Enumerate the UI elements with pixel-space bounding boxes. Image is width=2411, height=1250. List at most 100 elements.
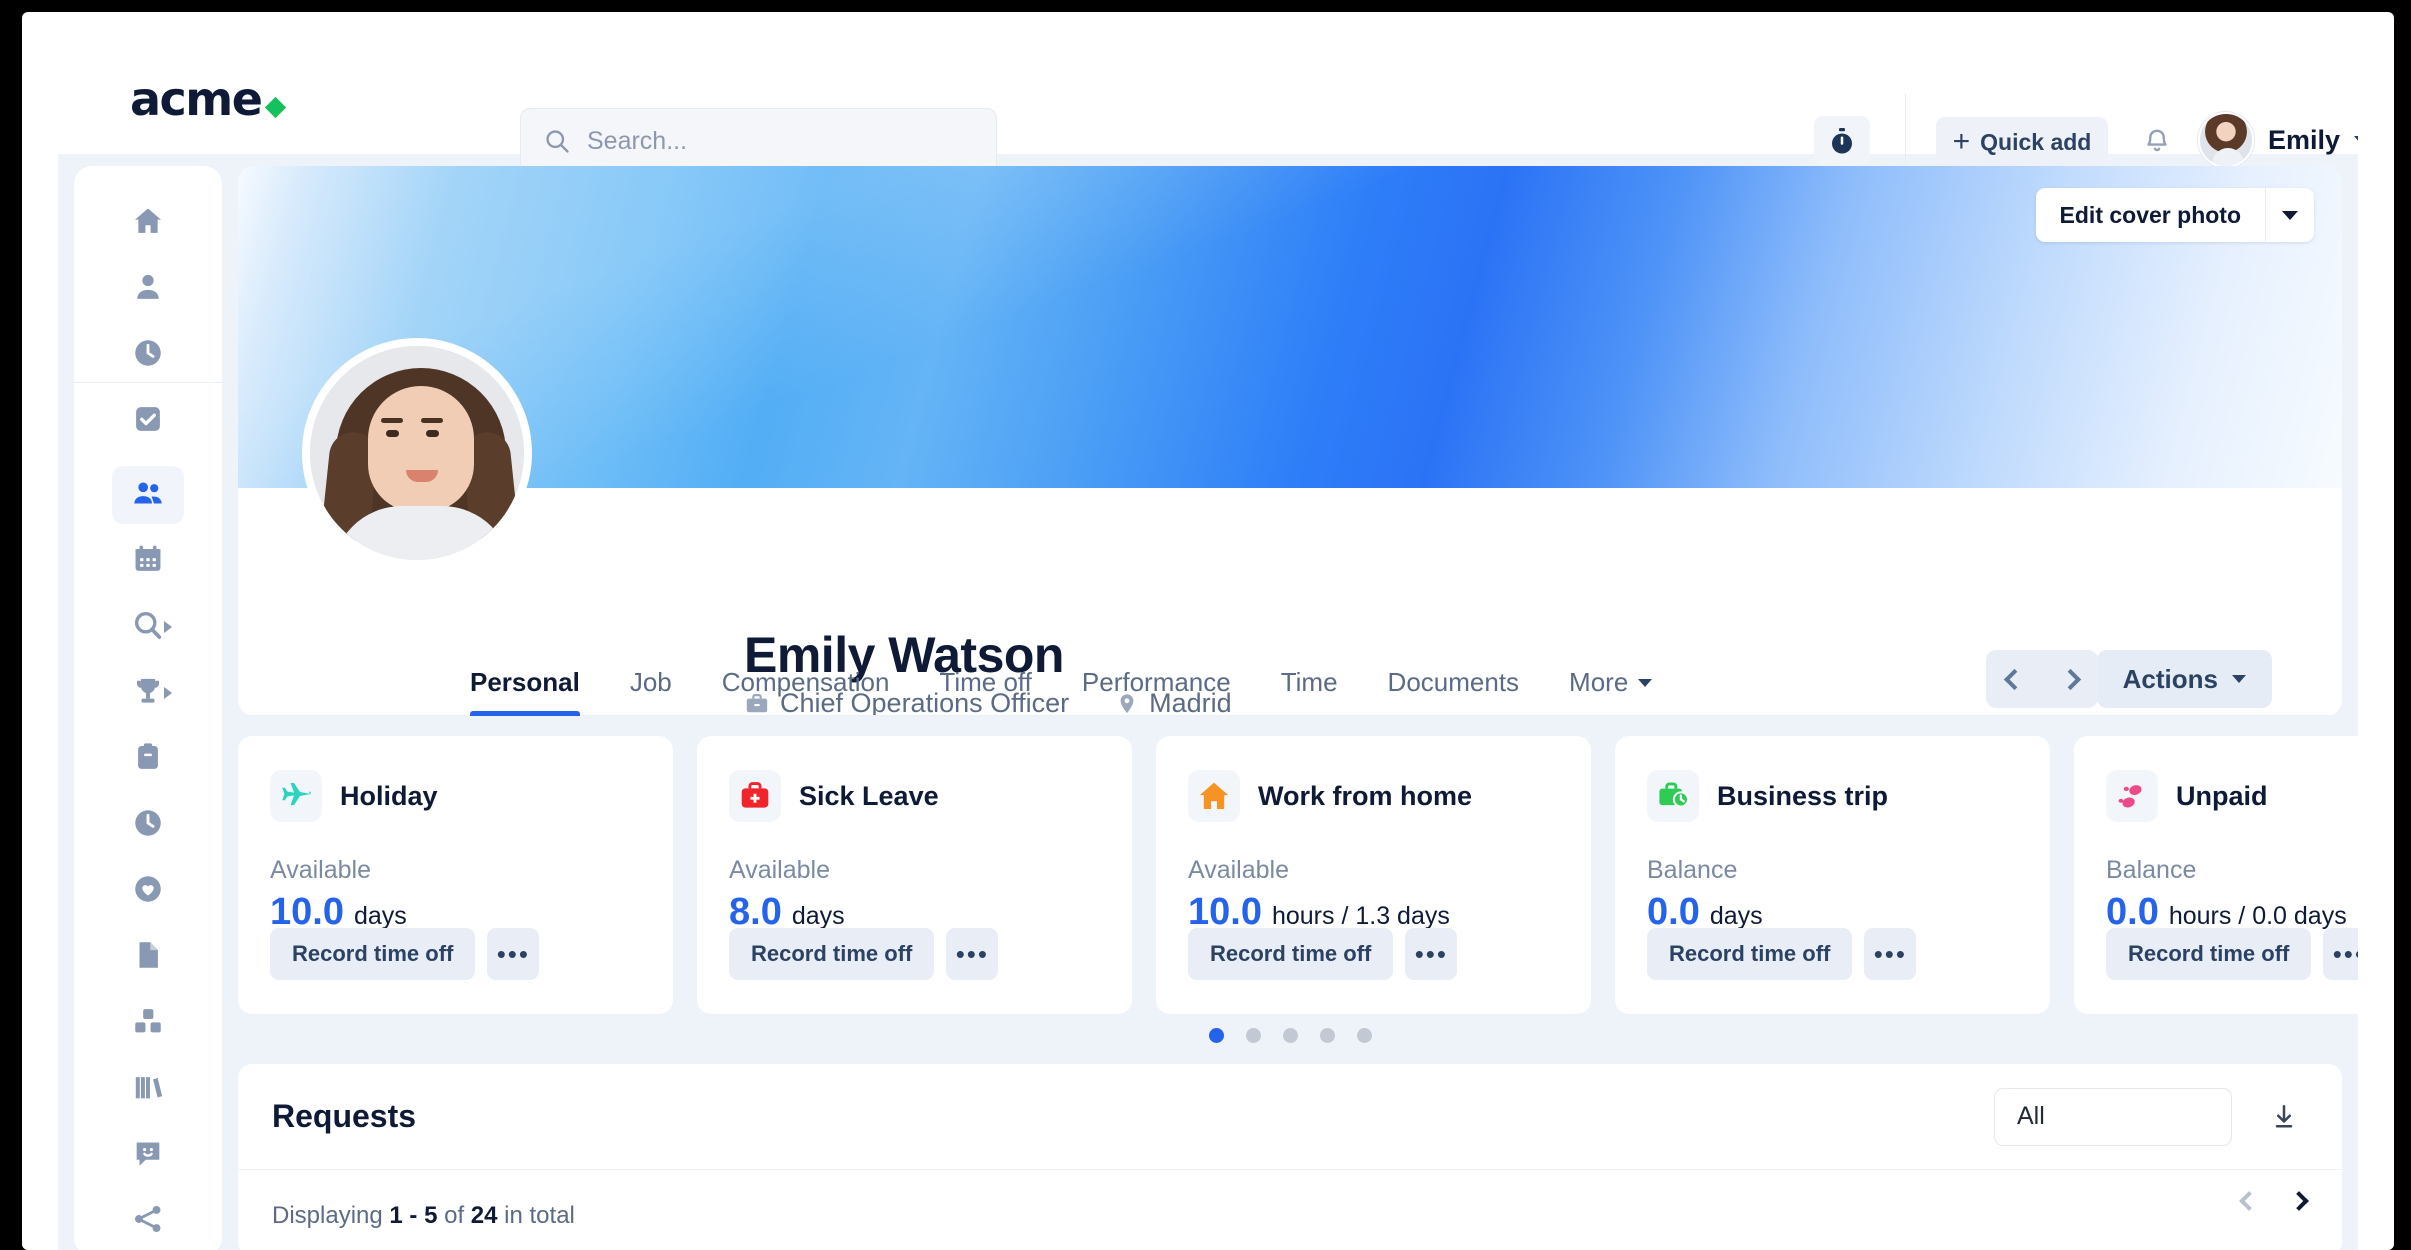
requests-next-page-button[interactable] [2289,1191,2309,1211]
profile-avatar[interactable] [302,338,532,568]
card-title: Unpaid [2176,780,2268,811]
actions-button[interactable]: Actions [2096,650,2272,708]
tab-label: More [1569,667,1629,697]
time-off-card: Business trip Balance 0.0 days Record ti… [1615,736,2050,1014]
requests-filter-select[interactable]: All [1994,1087,2232,1146]
tab-personal[interactable]: Personal [470,667,580,716]
sidebar-item-performance[interactable] [112,664,184,722]
person-icon [131,270,165,309]
tab-documents[interactable]: Documents [1388,667,1520,716]
sidebar-item-people[interactable] [112,466,184,524]
record-time-off-label: Record time off [1210,941,1372,966]
profile-tabs: Personal Job Compensation Time off Performan… [470,644,1653,716]
house-icon [1188,770,1240,822]
chat-smile-icon [131,1136,165,1175]
record-time-off-button[interactable]: Record time off [729,928,935,980]
trophy-icon [131,674,165,713]
count-total: 24 [470,1202,498,1229]
medical-kit-icon [729,770,781,822]
airplane-icon [270,770,322,822]
time-off-card: Holiday Available 10.0 days Record time … [238,736,673,1014]
tab-compensation[interactable]: Compensation [722,667,890,716]
card-header: Sick Leave [729,770,1100,822]
requests-prev-page-button[interactable] [2239,1191,2259,1211]
sidebar-item-training[interactable] [112,1060,184,1118]
tab-time-off[interactable]: Time off [939,667,1031,716]
carousel-dot[interactable] [1282,1028,1298,1043]
tab-job[interactable]: Job [630,667,672,716]
export-button[interactable] [2262,1095,2306,1139]
avatar [2198,112,2254,168]
brand-logo[interactable]: acme [130,72,287,126]
time-off-card: Unpaid Balance 0.0 hours / 0.0 days Reco… [2074,736,2358,1014]
requests-pager [2239,1191,2309,1211]
carousel-dot[interactable] [1245,1028,1261,1043]
tab-more[interactable]: More [1569,667,1653,716]
document-icon [131,938,165,977]
carousel-dot[interactable] [1356,1028,1372,1043]
sidebar-item-profile[interactable] [112,260,184,318]
card-more-button[interactable]: ••• [487,928,540,980]
avatar-brow-left [381,418,403,423]
card-more-button[interactable]: ••• [946,928,999,980]
card-balance-label: Available [270,856,372,884]
ellipsis-icon: ••• [496,938,531,969]
card-more-button[interactable]: ••• [1864,928,1917,980]
brand-name: acme [130,72,263,126]
sidebar-item-surveys[interactable] [112,730,184,788]
carousel-dot[interactable] [1208,1028,1224,1043]
clock-icon [131,336,165,375]
card-more-button[interactable]: ••• [1405,928,1458,980]
avatar-eye-right [426,430,439,437]
home-icon [131,204,165,243]
requests-count: Displaying 1 - 5 of 24 in total [272,1202,575,1230]
next-profile-button[interactable] [2042,650,2098,708]
search-input[interactable]: Search... [520,108,997,174]
chevron-down-icon [2282,210,2298,220]
sidebar-item-tasks[interactable] [112,392,184,450]
sidebar-item-documents[interactable] [112,928,184,986]
quick-add-button[interactable]: + Quick add [1936,117,2108,167]
user-menu[interactable]: Emily [2198,112,2358,168]
tab-label: Time [1280,667,1338,697]
tab-label: Personal [470,667,580,697]
edit-cover-photo-button[interactable]: Edit cover photo [2035,188,2314,242]
ellipsis-icon: ••• [1414,938,1449,969]
chevron-right-icon [2059,668,2081,690]
sidebar-item-assets[interactable] [112,994,184,1052]
record-time-off-button[interactable]: Record time off [1647,928,1853,980]
top-header-bar: acme Search... + Quick add Emily [58,44,2358,204]
card-unit: days [353,902,407,930]
sidebar-item-integrations[interactable] [112,1192,184,1250]
record-time-off-label: Record time off [2128,941,2290,966]
notifications-button[interactable] [2135,120,2179,164]
actions-label: Actions [2122,663,2218,694]
tab-label: Time off [939,667,1032,697]
edit-cover-photo-dropdown[interactable] [2266,210,2314,220]
record-time-off-label: Record time off [751,941,913,966]
avatar-brow-right [421,418,443,423]
carousel-dots [238,1028,2342,1043]
sidebar-item-shifts[interactable] [112,796,184,854]
carousel-dot[interactable] [1319,1028,1335,1043]
card-more-button[interactable]: ••• [2323,928,2358,980]
sidebar-item-time[interactable] [112,326,184,384]
tab-time[interactable]: Time [1281,667,1338,716]
sidebar-item-home[interactable] [112,194,184,252]
count-of: of [444,1202,465,1229]
tab-label: Performance [1081,667,1231,697]
stopwatch-button[interactable] [1814,116,1870,166]
record-time-off-label: Record time off [1669,941,1831,966]
record-time-off-button[interactable]: Record time off [2106,928,2312,980]
share-icon [131,1202,165,1241]
card-balance-label: Available [729,856,831,884]
sidebar-item-benefits[interactable] [112,862,184,920]
prev-profile-button[interactable] [1986,650,2042,708]
sidebar-item-engagement[interactable] [112,1126,184,1184]
sidebar-item-recruitment[interactable] [112,598,184,656]
sidebar-item-calendar[interactable] [112,532,184,590]
record-time-off-button[interactable]: Record time off [1188,928,1394,980]
card-header: Holiday [270,770,641,822]
record-time-off-button[interactable]: Record time off [270,928,476,980]
tab-performance[interactable]: Performance [1082,667,1231,716]
